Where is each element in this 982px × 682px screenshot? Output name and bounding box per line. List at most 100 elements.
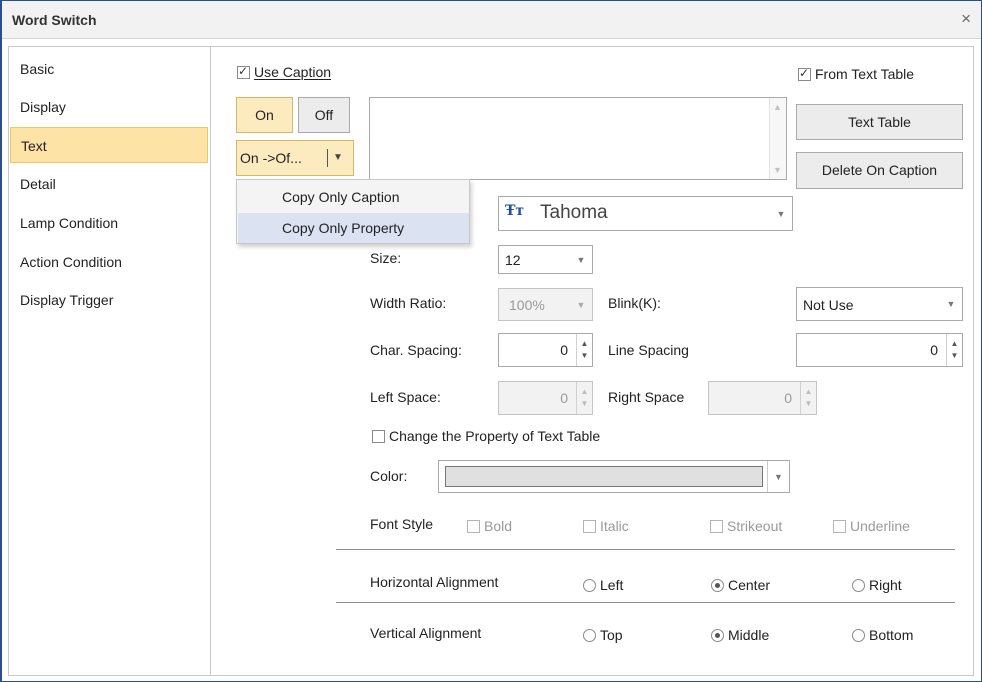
sidebar-item-display-trigger[interactable]: Display Trigger xyxy=(10,282,208,318)
italic-checkbox[interactable] xyxy=(583,520,596,533)
v-align-middle-radio[interactable] xyxy=(711,629,724,642)
font-name: Tahoma xyxy=(540,202,608,223)
horizontal-alignment-label: Horizontal Alignment xyxy=(370,574,499,590)
divider xyxy=(336,549,955,550)
line-spacing-spinner[interactable]: 0 ▲ ▼ xyxy=(796,333,963,367)
spinner-arrows-icon[interactable]: ▲ ▼ xyxy=(576,334,592,366)
chevron-down-icon: ▼ xyxy=(776,209,786,219)
width-ratio-value: 100% xyxy=(509,297,545,313)
h-align-center-radio[interactable] xyxy=(711,579,724,592)
h-align-left-label: Left xyxy=(600,577,624,593)
sidebar-item-display[interactable]: Display xyxy=(10,89,208,125)
delete-on-caption-button[interactable]: Delete On Caption xyxy=(796,152,963,189)
h-align-center-option[interactable]: Center xyxy=(711,577,770,593)
scroll-down-icon[interactable]: ▼ xyxy=(773,165,782,175)
sidebar-item-detail[interactable]: Detail xyxy=(10,166,208,202)
right-space-value: 0 xyxy=(784,390,792,406)
bold-checkbox[interactable] xyxy=(467,520,480,533)
window-title: Word Switch xyxy=(12,12,97,28)
width-ratio-label: Width Ratio: xyxy=(370,295,447,311)
italic-label: Italic xyxy=(600,518,629,534)
h-align-right-radio[interactable] xyxy=(852,579,865,592)
v-align-top-label: Top xyxy=(600,627,623,643)
sidebar-item-text[interactable]: Text xyxy=(10,127,208,163)
change-property-option[interactable]: Change the Property of Text Table xyxy=(372,428,600,444)
v-align-top-option[interactable]: Top xyxy=(583,627,623,643)
vertical-alignment-label: Vertical Alignment xyxy=(370,625,482,641)
close-icon[interactable]: × xyxy=(961,9,971,29)
menu-item-copy-only-caption[interactable]: Copy Only Caption xyxy=(238,182,469,212)
h-align-right-label: Right xyxy=(869,577,902,593)
use-caption-option[interactable]: Use Caption xyxy=(237,64,331,80)
color-picker[interactable]: ▼ xyxy=(438,460,790,493)
strikeout-label: Strikeout xyxy=(727,518,783,534)
caption-text-area[interactable]: ▲ ▼ xyxy=(369,97,787,180)
v-align-bottom-label: Bottom xyxy=(869,627,914,643)
sidebar-item-action-condition[interactable]: Action Condition xyxy=(10,244,208,280)
v-align-middle-option[interactable]: Middle xyxy=(711,627,769,643)
line-spacing-value: 0 xyxy=(930,342,938,358)
scroll-up-icon[interactable]: ▲ xyxy=(773,102,782,112)
bold-option[interactable]: Bold xyxy=(467,518,512,534)
italic-option[interactable]: Italic xyxy=(583,518,629,534)
left-space-spinner[interactable]: 0 ▲ ▼ xyxy=(498,381,593,415)
left-space-label: Left Space: xyxy=(370,389,441,405)
font-style-label: Font Style xyxy=(370,516,434,532)
divider xyxy=(336,602,955,603)
strikeout-checkbox[interactable] xyxy=(710,520,723,533)
menu-item-copy-only-property[interactable]: Copy Only Property xyxy=(238,213,469,243)
color-swatch xyxy=(445,466,763,487)
v-align-bottom-radio[interactable] xyxy=(852,629,865,642)
sidebar-item-basic[interactable]: Basic xyxy=(10,51,208,87)
title-bar: Word Switch × xyxy=(2,1,981,39)
underline-option[interactable]: Underline xyxy=(833,518,910,534)
spinner-arrows-icon[interactable]: ▲ ▼ xyxy=(576,382,592,414)
copy-dropdown-menu: Copy Only Caption Copy Only Property xyxy=(236,179,470,244)
size-value: 12 xyxy=(505,252,521,268)
h-align-center-label: Center xyxy=(728,577,771,593)
h-align-left-radio[interactable] xyxy=(583,579,596,592)
use-caption-checkbox[interactable] xyxy=(237,64,250,79)
use-caption-label: Use Caption xyxy=(254,64,332,80)
right-space-label: Right Space xyxy=(608,389,685,405)
v-align-bottom-option[interactable]: Bottom xyxy=(852,627,913,643)
on-state-button[interactable]: On xyxy=(236,97,293,133)
from-text-table-option[interactable]: From Text Table xyxy=(798,66,914,82)
h-align-left-option[interactable]: Left xyxy=(583,577,623,593)
truetype-font-icon: Ŧт xyxy=(505,203,525,219)
change-property-label: Change the Property of Text Table xyxy=(389,428,601,444)
size-label: Size: xyxy=(370,250,402,266)
color-label: Color: xyxy=(370,468,408,484)
font-select[interactable]: Ŧт Tahoma ▼ xyxy=(498,196,793,231)
blink-label: Blink(K): xyxy=(608,295,661,311)
chevron-down-icon: ▼ xyxy=(576,255,586,265)
width-ratio-select[interactable]: 100% ▼ xyxy=(498,288,593,321)
copy-dropdown-button[interactable]: On ->Of... ▼ xyxy=(236,140,354,176)
from-text-table-checkbox[interactable] xyxy=(798,66,811,81)
caption-scrollbar[interactable]: ▲ ▼ xyxy=(769,98,786,179)
bold-label: Bold xyxy=(484,518,513,534)
off-state-button[interactable]: Off xyxy=(298,97,350,133)
chevron-down-icon: ▼ xyxy=(576,300,586,310)
text-table-button[interactable]: Text Table xyxy=(796,104,963,140)
copy-dropdown-label: On ->Of... xyxy=(240,150,302,166)
sidebar: Basic Display Text Detail Lamp Condition… xyxy=(8,46,211,676)
left-space-value: 0 xyxy=(560,390,568,406)
chevron-down-icon: ▼ xyxy=(333,152,343,163)
change-property-checkbox[interactable] xyxy=(372,430,385,443)
size-select[interactable]: 12 ▼ xyxy=(498,245,593,274)
strikeout-option[interactable]: Strikeout xyxy=(710,518,782,534)
chevron-down-icon: ▼ xyxy=(946,299,956,309)
char-spacing-spinner[interactable]: 0 ▲ ▼ xyxy=(498,333,593,367)
underline-label: Underline xyxy=(850,518,910,534)
sidebar-item-lamp-condition[interactable]: Lamp Condition xyxy=(10,205,208,241)
blink-value: Not Use xyxy=(803,297,854,313)
spinner-arrows-icon[interactable]: ▲ ▼ xyxy=(800,382,816,414)
right-space-spinner[interactable]: 0 ▲ ▼ xyxy=(708,381,817,415)
v-align-top-radio[interactable] xyxy=(583,629,596,642)
h-align-right-option[interactable]: Right xyxy=(852,577,902,593)
blink-select[interactable]: Not Use ▼ xyxy=(796,287,963,321)
spinner-arrows-icon[interactable]: ▲ ▼ xyxy=(946,334,962,366)
chevron-down-icon: ▼ xyxy=(767,461,789,492)
underline-checkbox[interactable] xyxy=(833,520,846,533)
